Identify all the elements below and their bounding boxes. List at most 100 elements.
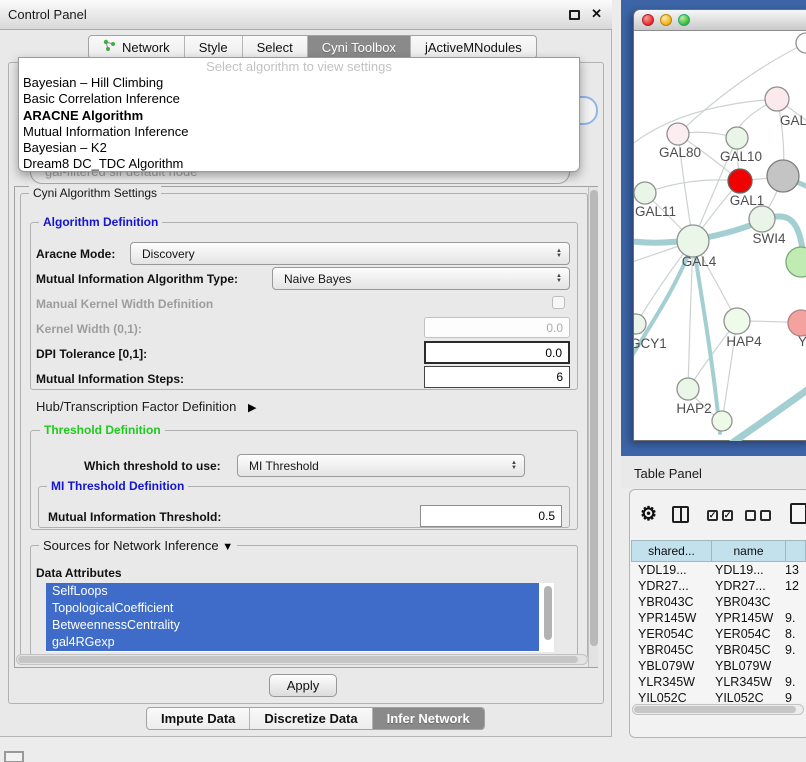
- tab-cyni-toolbox[interactable]: Cyni Toolbox: [308, 36, 411, 58]
- deselect-all-checkbox-icon[interactable]: [760, 510, 771, 521]
- close-traffic-light-icon[interactable]: [642, 14, 654, 26]
- threshold-definition-title: Threshold Definition: [40, 423, 165, 438]
- node-label: GAL10: [720, 149, 762, 164]
- network-window-titlebar: [634, 10, 806, 31]
- control-panel-titlebar: Control Panel ✕: [0, 0, 612, 30]
- network-node-swi4[interactable]: [749, 206, 775, 232]
- float-window-icon[interactable]: [569, 10, 580, 20]
- tab-jactivemnodules[interactable]: jActiveMNodules: [411, 36, 536, 58]
- manual-kernel-checkbox[interactable]: [552, 296, 565, 309]
- attribute-item[interactable]: SelfLoops: [46, 583, 539, 600]
- table-horizontal-scrollbar-thumb[interactable]: [634, 706, 796, 713]
- tab-style-label: Style: [199, 40, 228, 55]
- tab-select[interactable]: Select: [243, 36, 308, 58]
- vertical-scrollbar[interactable]: [588, 187, 598, 667]
- column-header-partial[interactable]: [785, 540, 806, 562]
- close-icon[interactable]: ✕: [591, 6, 602, 22]
- algorithm-dropdown-popup: Select algorithm to view settings Bayesi…: [18, 57, 580, 172]
- attribute-item[interactable]: BetweennessCentrality: [46, 617, 539, 634]
- dpi-tolerance-field[interactable]: 0.0: [424, 341, 570, 364]
- network-node-gal11[interactable]: [634, 182, 656, 204]
- table-row[interactable]: YBR043CYBR043C: [631, 594, 806, 610]
- network-node[interactable]: [786, 247, 806, 277]
- mi-steps-field[interactable]: 6: [424, 366, 570, 388]
- network-node[interactable]: [765, 87, 789, 111]
- network-node-hap4[interactable]: [724, 308, 750, 334]
- table-row[interactable]: YDL19...YDL19...13: [631, 562, 806, 578]
- mi-type-label: Mutual Information Algorithm Type:: [36, 272, 238, 286]
- popup-item[interactable]: Bayesian – Hill Climbing: [19, 75, 579, 91]
- node-label: GAL4: [682, 254, 717, 269]
- horizontal-scrollbar[interactable]: [16, 654, 588, 665]
- algorithm-definition-title: Algorithm Definition: [39, 215, 162, 230]
- expand-arrow-icon[interactable]: ▼: [222, 541, 233, 553]
- network-node-gal4[interactable]: [677, 225, 709, 257]
- table-row[interactable]: YDR27...YDR27...12: [631, 578, 806, 594]
- kernel-width-label: Kernel Width (0,1):: [36, 322, 142, 336]
- gear-icon[interactable]: ⚙: [640, 503, 657, 526]
- select-all-checkbox-icon[interactable]: ✓: [722, 510, 733, 521]
- split-columns-icon[interactable]: [672, 506, 689, 523]
- network-node-gcy1[interactable]: [634, 314, 646, 334]
- mi-steps-label: Mutual Information Steps:: [36, 372, 184, 386]
- mi-type-combo[interactable]: Naive Bayes ▲▼: [272, 267, 570, 290]
- tab-infer-network[interactable]: Infer Network: [373, 708, 484, 729]
- popup-item[interactable]: Mutual Information Inference: [19, 124, 579, 140]
- aracne-mode-combo[interactable]: Discovery ▲▼: [130, 242, 570, 265]
- sources-group-title[interactable]: Sources for Network Inference ▼: [39, 538, 237, 555]
- table-row[interactable]: YER054CYER054C8.: [631, 626, 806, 642]
- column-header-name[interactable]: name: [711, 540, 786, 562]
- kernel-width-field[interactable]: 0.0: [424, 317, 570, 338]
- which-threshold-combo[interactable]: MI Threshold ▲▼: [237, 454, 525, 477]
- network-node[interactable]: [788, 310, 806, 336]
- network-node-gal1[interactable]: [767, 160, 799, 192]
- vertical-scrollbar-thumb[interactable]: [590, 190, 598, 646]
- minimize-traffic-light-icon[interactable]: [660, 14, 672, 26]
- tab-impute-data-label: Impute Data: [161, 711, 235, 726]
- network-node-hap2[interactable]: [677, 378, 699, 400]
- deselect-all-checkbox-icon[interactable]: [745, 510, 756, 521]
- table-horizontal-scrollbar[interactable]: [632, 704, 804, 715]
- table-row[interactable]: YBL079WYBL079W: [631, 658, 806, 674]
- document-icon[interactable]: [790, 503, 806, 524]
- node-label: GAL11: [635, 204, 676, 219]
- network-node-selected[interactable]: [728, 169, 752, 193]
- apply-button[interactable]: Apply: [269, 674, 337, 697]
- zoom-traffic-light-icon[interactable]: [678, 14, 690, 26]
- tab-network[interactable]: Network: [89, 36, 185, 58]
- network-node-gal80[interactable]: [667, 123, 689, 145]
- network-node[interactable]: [796, 33, 806, 53]
- popup-item-selected[interactable]: ARACNE Algorithm: [19, 108, 579, 124]
- hub-definition-section[interactable]: Hub/Transcription Factor Definition ▶: [36, 399, 256, 414]
- data-attributes-list: SelfLoops TopologicalCoefficient Between…: [46, 583, 554, 652]
- tab-impute-data[interactable]: Impute Data: [147, 708, 250, 729]
- select-all-checkbox-icon[interactable]: ✓: [707, 510, 718, 521]
- mi-threshold-field[interactable]: 0.5: [420, 505, 562, 527]
- network-node[interactable]: [712, 411, 732, 431]
- node-table: YDL19...YDL19...13 YDR27...YDR27...12 YB…: [631, 562, 806, 702]
- table-row[interactable]: YPR145WYPR145W9.: [631, 610, 806, 626]
- column-header-shared-name[interactable]: shared...: [631, 540, 712, 562]
- table-row[interactable]: YLR345WYLR345W9.: [631, 674, 806, 690]
- network-node-gal10[interactable]: [726, 127, 748, 149]
- table-row[interactable]: YIL052CYIL052C9: [631, 690, 806, 702]
- combo-spinner-icon: ▲▼: [556, 274, 562, 284]
- attribute-item[interactable]: gal4RGexp: [46, 634, 539, 651]
- cyni-algorithm-settings-title: Cyni Algorithm Settings: [29, 186, 161, 201]
- tab-style[interactable]: Style: [185, 36, 243, 58]
- data-attributes-header: Data Attributes: [36, 566, 122, 580]
- popup-item[interactable]: Basic Correlation Inference: [19, 91, 579, 107]
- node-label: GAL80: [659, 145, 701, 160]
- collapse-arrow-icon[interactable]: ▶: [248, 402, 256, 414]
- apply-button-label: Apply: [287, 678, 320, 693]
- tab-discretize-data[interactable]: Discretize Data: [250, 708, 372, 729]
- table-row[interactable]: YBR045CYBR045C9.: [631, 642, 806, 658]
- list-scrollbar-thumb[interactable]: [544, 586, 552, 640]
- popup-item[interactable]: Bayesian – K2: [19, 140, 579, 156]
- attribute-item[interactable]: TopologicalCoefficient: [46, 600, 539, 617]
- manual-kernel-label: Manual Kernel Width Definition: [36, 297, 213, 311]
- horizontal-scrollbar-thumb[interactable]: [18, 656, 578, 663]
- network-canvas[interactable]: GAL GAL80 GAL10 GAL1 GAL11 SWI4 GAL4 GCY…: [634, 31, 806, 441]
- docked-panel-icon[interactable]: [4, 751, 24, 762]
- popup-item[interactable]: Dream8 DC_TDC Algorithm: [19, 156, 579, 172]
